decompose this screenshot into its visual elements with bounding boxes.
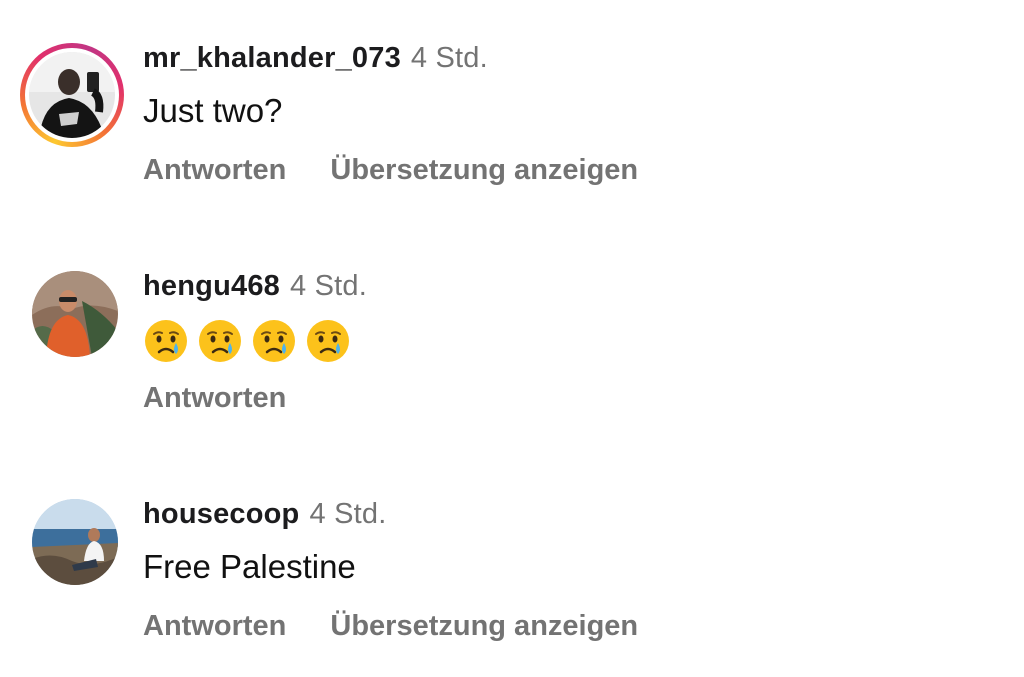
avatar[interactable] <box>32 499 118 585</box>
username-text[interactable]: housecoop <box>143 498 299 530</box>
reply-button[interactable]: Antworten <box>143 610 286 642</box>
comment-text: Free Palestine <box>143 548 356 585</box>
comment-timestamp: 4 Std. <box>309 498 387 530</box>
avatar-photo-icon <box>32 499 118 585</box>
comment-username[interactable]: housecoop 4 Std. <box>143 498 386 531</box>
comment-item: housecoop 4 Std. Free Palestine Antworten… <box>0 0 1024 677</box>
translate-button[interactable]: Übersetzung anzeigen <box>330 610 638 642</box>
comment-actions: Antworten Übersetzung anzeigen <box>143 610 638 643</box>
